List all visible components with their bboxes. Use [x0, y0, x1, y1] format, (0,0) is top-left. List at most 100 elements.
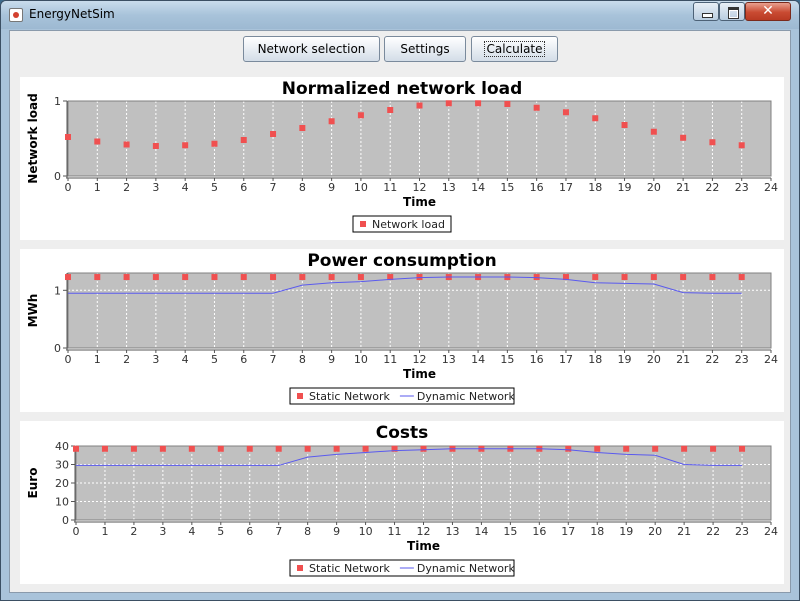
x-tick-label: 13 — [442, 181, 456, 194]
x-tick-label: 9 — [328, 181, 335, 194]
data-point — [709, 139, 716, 146]
chart-title: Costs — [376, 423, 429, 443]
x-tick-label: 9 — [333, 525, 340, 538]
maximize-button[interactable] — [719, 2, 745, 21]
y-axis-label: Network load — [26, 93, 40, 183]
data-point — [304, 445, 311, 452]
data-point — [565, 445, 572, 452]
x-tick-label: 0 — [65, 181, 72, 194]
data-point — [94, 138, 101, 145]
x-tick-label: 3 — [159, 525, 166, 538]
x-tick-label: 13 — [442, 353, 456, 366]
data-point — [650, 274, 657, 281]
x-tick-label: 5 — [211, 353, 218, 366]
costs-chart: Costs0 1 2 3 4 5 6 7 8 9 10 11 12 13 14 15 16 17 18 19 20 21 2… — [26, 423, 778, 577]
data-point — [533, 104, 540, 111]
calculate-button[interactable]: Calculate — [471, 36, 558, 62]
x-tick-label: 21 — [676, 353, 690, 366]
data-point — [123, 141, 130, 148]
x-tick-label: 16 — [530, 181, 544, 194]
x-tick-label: 9 — [328, 353, 335, 366]
data-point — [652, 445, 659, 452]
calculate-label: Calculate — [484, 41, 545, 57]
data-point — [328, 118, 335, 125]
data-point — [270, 274, 277, 281]
y-tick-label: 30 — [55, 459, 69, 472]
data-point — [445, 100, 452, 107]
x-tick-label: 20 — [648, 525, 662, 538]
client-area: Network selection Settings Calculate Nor… — [9, 30, 791, 593]
x-tick-label: 23 — [735, 181, 749, 194]
data-point — [188, 445, 195, 452]
y-tick-label: 10 — [55, 496, 69, 509]
network-selection-button[interactable]: Network selection — [243, 36, 380, 62]
chart-panel-costs: Costs 0 1 2 3 4 5 6 7 8 9 10 11 12 13 14 15 16 17 18 19 20 21 2… — [20, 421, 784, 584]
power-consumption-chart: Power consumption0 1 2 3 4 5 6 7 8 9 10 11 12 13 14 15 1… — [26, 251, 778, 405]
x-tick-label: 8 — [299, 181, 306, 194]
data-point — [680, 134, 687, 141]
title-bar[interactable]: EnergyNetSim ✕ — [1, 1, 799, 29]
x-tick-label: 18 — [588, 181, 602, 194]
x-tick-label: 1 — [94, 181, 101, 194]
x-tick-label: 7 — [270, 181, 277, 194]
x-tick-label: 23 — [735, 353, 749, 366]
data-point — [680, 274, 687, 281]
x-tick-label: 16 — [532, 525, 546, 538]
x-tick-label: 1 — [94, 353, 101, 366]
data-point — [94, 274, 101, 281]
x-tick-label: 22 — [705, 353, 719, 366]
y-tick-label: 1 — [54, 284, 61, 297]
legend-label: Static Network — [309, 390, 391, 403]
data-point — [130, 445, 137, 452]
x-tick-label: 24 — [764, 525, 778, 538]
settings-button[interactable]: Settings — [384, 36, 466, 62]
data-point — [562, 109, 569, 116]
app-window: EnergyNetSim ✕ Network selection Setting… — [0, 0, 800, 601]
x-tick-label: 10 — [354, 181, 368, 194]
x-tick-label: 10 — [359, 525, 373, 538]
chart-panel-power: Power consumption 0 1 2 3 4 5 6 7 8 9 10 11 12 13 14 15 1… — [20, 249, 784, 412]
x-tick-label: 6 — [246, 525, 253, 538]
x-axis-label: Time — [407, 539, 440, 553]
data-point — [159, 445, 166, 452]
x-tick-label: 11 — [383, 353, 397, 366]
legend-marker-swatch — [360, 221, 366, 227]
x-tick-label: 12 — [413, 181, 427, 194]
x-tick-label: 21 — [676, 181, 690, 194]
x-tick-label: 19 — [619, 525, 633, 538]
chart-title: Normalized network load — [282, 79, 523, 99]
x-tick-label: 14 — [474, 525, 488, 538]
x-axis-label: Time — [403, 195, 436, 209]
x-tick-label: 4 — [188, 525, 195, 538]
x-tick-label: 14 — [471, 353, 485, 366]
x-tick-label: 15 — [500, 181, 514, 194]
x-tick-label: 12 — [417, 525, 431, 538]
data-point — [738, 274, 745, 281]
close-button[interactable]: ✕ — [745, 2, 791, 21]
y-axis-label: Euro — [26, 468, 40, 499]
data-point — [475, 100, 482, 107]
y-tick-label: 0 — [62, 514, 69, 527]
network-load-chart: Normalized network load0 1 2 3 4 5 6 7 8 9 10 11 12 1… — [26, 79, 778, 233]
x-tick-label: 20 — [647, 353, 661, 366]
x-tick-label: 15 — [500, 353, 514, 366]
legend-label: Dynamic Network — [417, 562, 516, 575]
data-point — [621, 122, 628, 128]
data-point — [623, 445, 630, 452]
x-tick-label: 1 — [101, 525, 108, 538]
x-tick-label: 3 — [152, 353, 159, 366]
x-tick-label: 14 — [471, 181, 485, 194]
data-point — [152, 143, 159, 149]
minimize-button[interactable] — [693, 2, 719, 21]
data-point — [152, 274, 159, 281]
x-tick-label: 5 — [217, 525, 224, 538]
x-tick-label: 2 — [123, 181, 130, 194]
x-tick-label: 0 — [65, 353, 72, 366]
x-tick-label: 24 — [764, 181, 778, 194]
network-selection-label: Network selection — [257, 42, 366, 56]
data-point — [246, 445, 253, 452]
data-point — [240, 137, 247, 143]
legend-label: Static Network — [309, 562, 391, 575]
data-point — [739, 445, 746, 452]
x-tick-label: 3 — [152, 181, 159, 194]
